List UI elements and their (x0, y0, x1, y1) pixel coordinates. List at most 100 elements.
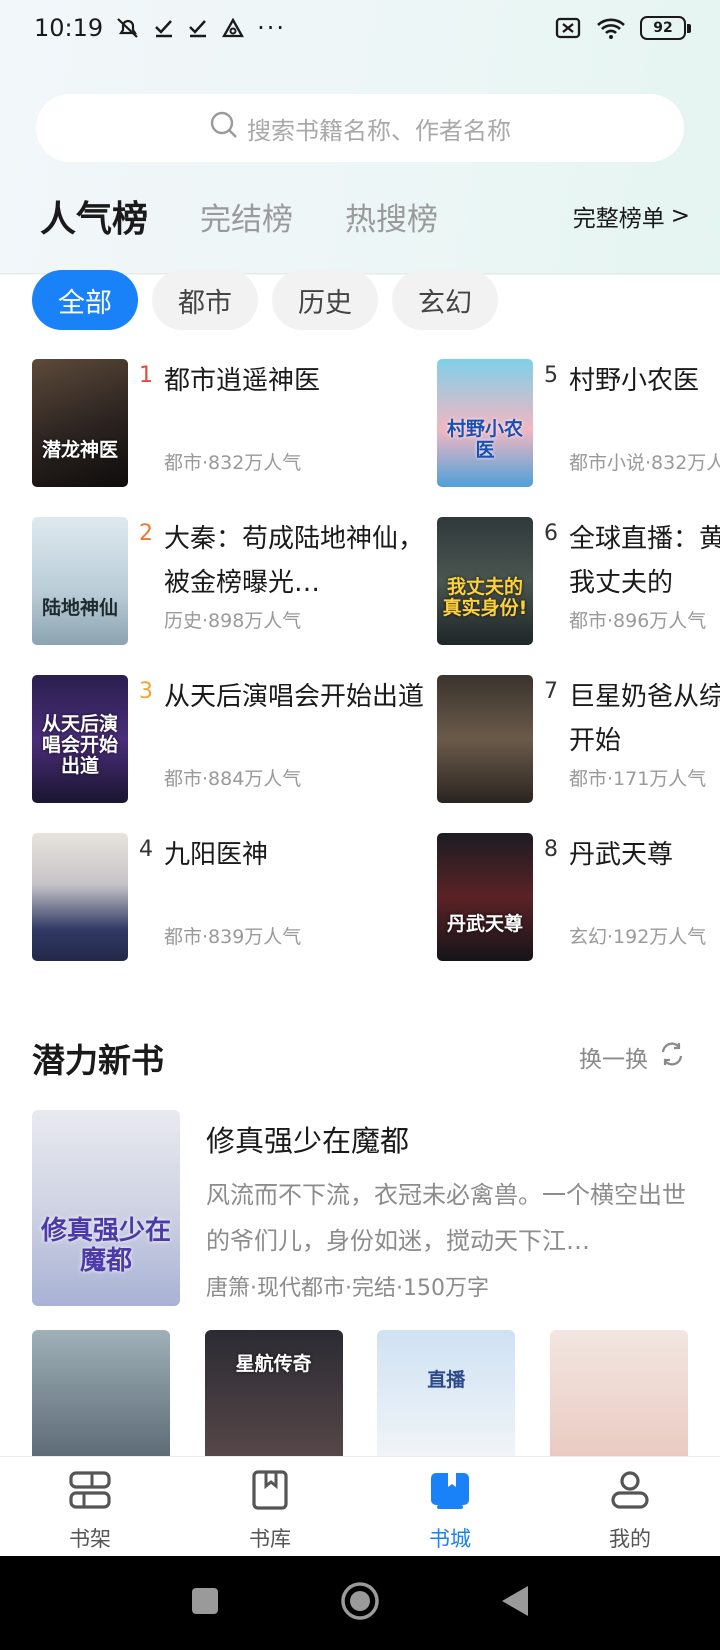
book-title: 巨星奶爸从综声音开始 (569, 682, 720, 756)
book-cover[interactable] (549, 1330, 688, 1456)
search-icon (209, 110, 239, 146)
book-meta: 都市·171万人气 (569, 768, 707, 790)
book-thumbnails: 星航传奇 直播 (32, 1330, 688, 1456)
full-list-link[interactable]: 完整榜单 > (573, 199, 690, 233)
sim-off-icon (554, 16, 582, 40)
book-meta: 都市·839万人气 (164, 926, 302, 948)
chip-urban[interactable]: 都市 (152, 270, 258, 330)
rank-number: 5 (544, 363, 558, 388)
chip-all[interactable]: 全部 (32, 270, 138, 330)
book-cover (437, 675, 533, 803)
rank-item[interactable]: 4 九阳医神 都市·839万人气 (32, 833, 432, 963)
book-title: 从天后演唱会开始出道 (164, 682, 424, 712)
book-meta: 历史·898万人气 (164, 610, 302, 632)
cover-title: 村野小农医 (446, 418, 523, 461)
rank-item[interactable]: 村野小农医 5 村野小农医 都市小说·832万人 (437, 359, 720, 489)
cover-title: 我丈夫的真实身份! (442, 576, 528, 619)
refresh-icon (658, 1040, 686, 1074)
cover-title: 星航传奇 (235, 1353, 312, 1375)
rank-item[interactable]: 潜龙神医 1 都市逍遥神医 都市·832万人气 (32, 359, 432, 489)
recent-apps-icon[interactable] (190, 1586, 220, 1620)
battery-indicator: 92 (640, 16, 691, 40)
status-time: 10:19 (34, 14, 104, 42)
rank-number: 2 (139, 521, 153, 546)
book-title: 修真强少在魔都 (206, 1124, 410, 1158)
chip-history[interactable]: 历史 (272, 270, 378, 330)
section-title: 潜力新书 (32, 1041, 164, 1080)
nav-label: 书库 (249, 1527, 291, 1551)
rank-number: 3 (139, 679, 153, 704)
tab-completed[interactable]: 完结榜 (200, 194, 293, 239)
nav-bookshelf[interactable]: 书架 (0, 1457, 180, 1556)
book-cover[interactable]: 星航传奇 (204, 1330, 343, 1456)
book-cover (32, 833, 128, 961)
rank-item[interactable]: 陆地神仙 2 大秦：苟成陆地神仙，被金榜曝光… 历史·898万人气 (32, 517, 432, 647)
cover-title: 陆地神仙 (41, 597, 118, 619)
cover-title: 修真强少在魔都 (40, 1216, 171, 1276)
book-title: 村野小农医 (569, 366, 700, 396)
book-cover: 修真强少在魔都 (32, 1110, 180, 1306)
book-cover: 村野小农医 (437, 359, 533, 487)
drive-icon (221, 17, 245, 39)
nav-bookstore[interactable]: 书城 (360, 1457, 540, 1556)
wifi-icon (596, 16, 626, 40)
refresh-button[interactable]: 换一换 (579, 1040, 686, 1074)
book-cover: 丹武天尊 (437, 833, 533, 961)
book-meta: 玄幻·192万人气 (569, 926, 707, 948)
tab-popular[interactable]: 人气榜 (40, 190, 148, 242)
refresh-label: 换一换 (579, 1047, 648, 1073)
book-cover[interactable] (32, 1330, 170, 1456)
book-title: 丹武天尊 (569, 840, 674, 870)
book-title: 都市逍遥神医 (164, 366, 321, 396)
rank-number: 4 (139, 837, 153, 862)
nav-profile[interactable]: 我的 (540, 1457, 720, 1556)
rank-number: 6 (544, 521, 558, 546)
chip-fantasy[interactable]: 玄幻 (392, 270, 498, 330)
cover-title: 丹武天尊 (446, 913, 523, 935)
nav-label: 书架 (69, 1527, 111, 1551)
nav-label: 我的 (609, 1527, 651, 1551)
rank-number: 8 (544, 837, 558, 862)
rank-tabs: 人气榜 完结榜 热搜榜 完整榜单 > (40, 186, 690, 246)
tab-hot-search[interactable]: 热搜榜 (345, 194, 438, 239)
rank-item[interactable]: 我丈夫的真实身份! 6 全球直播：黄光了我丈夫的 都市·896万人气 (437, 517, 720, 647)
bookstore-icon (428, 1469, 472, 1515)
category-chips: 全部 都市 历史 玄幻 (32, 270, 498, 330)
rank-number: 1 (139, 363, 153, 388)
book-cover: 陆地神仙 (32, 517, 128, 645)
rank-item[interactable]: 从天后演唱会开始出道 3 从天后演唱会开始出道 都市·884万人气 (32, 675, 432, 805)
mute-icon (115, 16, 141, 40)
profile-icon (608, 1469, 652, 1515)
book-title: 大秦：苟成陆地神仙，被金榜曝光… (164, 524, 424, 598)
book-cover: 我丈夫的真实身份! (437, 517, 533, 645)
book-title: 九阳医神 (164, 840, 269, 870)
bookshelf-icon (68, 1469, 112, 1515)
book-meta: 都市·884万人气 (164, 768, 302, 790)
book-meta: 都市·832万人气 (164, 452, 302, 474)
search-placeholder: 搜索书籍名称、作者名称 (247, 116, 511, 145)
full-list-label: 完整榜单 (572, 206, 665, 232)
rank-number: 7 (544, 679, 558, 704)
home-icon[interactable] (340, 1581, 380, 1625)
check-icon (187, 17, 209, 39)
chevron-right-icon: > (670, 203, 690, 229)
rank-item[interactable]: 7 巨星奶爸从综声音开始 都市·171万人气 (437, 675, 720, 805)
status-bar: 10:19 ··· 92 (0, 0, 720, 56)
book-meta: 都市小说·832万人 (569, 452, 720, 474)
book-cover: 潜龙神医 (32, 359, 128, 487)
book-cover[interactable]: 直播 (377, 1330, 516, 1456)
nav-label: 书城 (429, 1527, 471, 1551)
cover-title: 潜龙神医 (41, 439, 118, 461)
system-nav-bar (0, 1556, 720, 1650)
nav-library[interactable]: 书库 (180, 1457, 360, 1556)
cover-title: 从天后演唱会开始出道 (41, 713, 118, 777)
back-icon[interactable] (500, 1584, 530, 1622)
rank-item[interactable]: 丹武天尊 8 丹武天尊 玄幻·192万人气 (437, 833, 720, 963)
featured-book[interactable]: 修真强少在魔都 修真强少在魔都 风流而不下流，衣冠未必禽兽。一个横空出世的爷们儿… (32, 1110, 688, 1306)
search-bar[interactable]: 搜索书籍名称、作者名称 (36, 94, 684, 162)
book-meta: 都市·896万人气 (569, 610, 707, 632)
book-description: 风流而不下流，衣冠未必禽兽。一个横空出世的爷们儿，身份如迷，搅动天下江… (206, 1181, 686, 1255)
more-notifications: ··· (257, 14, 287, 42)
book-meta: 唐箫·现代都市·完结·150万字 (206, 1276, 489, 1301)
bottom-nav: 书架 书库 书城 我的 (0, 1456, 720, 1556)
